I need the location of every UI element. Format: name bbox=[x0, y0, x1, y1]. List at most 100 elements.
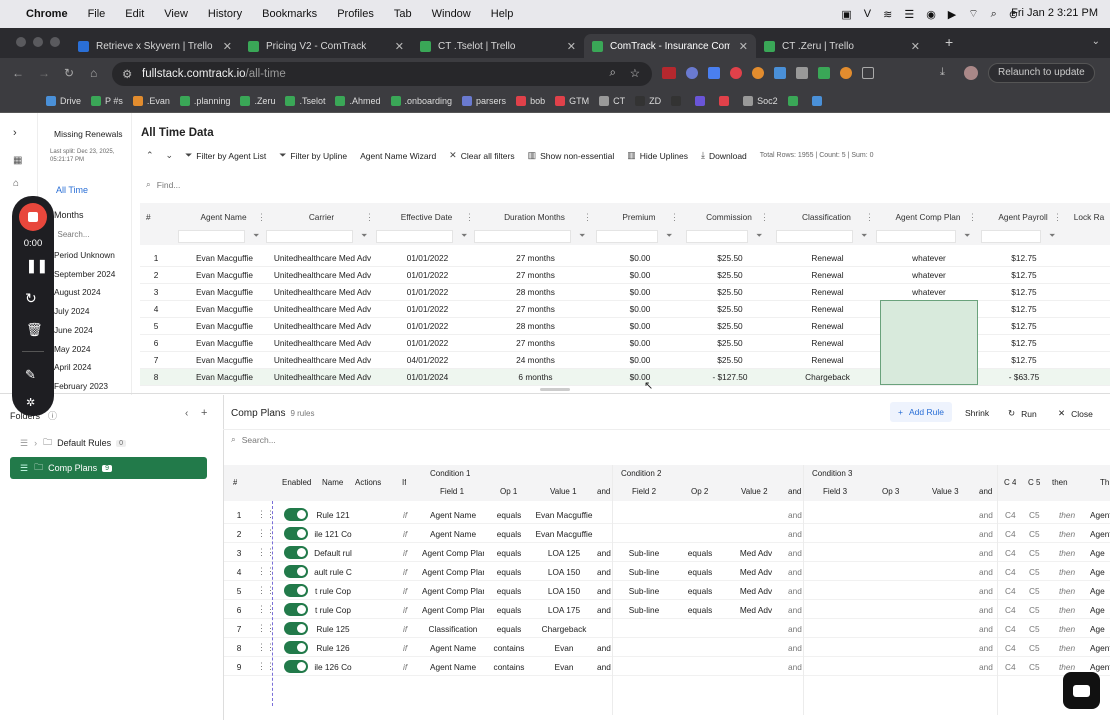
op-1[interactable]: equals bbox=[490, 548, 528, 558]
menu-file[interactable]: File bbox=[88, 8, 106, 20]
column-menu-icon[interactable]: ⋮ bbox=[257, 212, 266, 223]
effects-icon[interactable]: ✲ bbox=[26, 396, 35, 409]
browser-tab-5[interactable]: CT .Zeru | Trello ✕ bbox=[756, 34, 928, 58]
table-cell[interactable]: Renewal bbox=[780, 321, 875, 331]
rules-column-header[interactable]: Value 3 bbox=[932, 487, 959, 496]
bookmark-item[interactable] bbox=[695, 95, 709, 106]
period-item[interactable]: May 2024 bbox=[54, 344, 90, 354]
rules-column-header[interactable]: If bbox=[402, 478, 406, 487]
table-cell[interactable]: $0.00 bbox=[600, 253, 680, 263]
toolbar-agent-name-wizard[interactable]: Agent Name Wizard bbox=[360, 151, 436, 161]
table-cell[interactable]: Evan Macguffie bbox=[182, 338, 267, 348]
value-2[interactable]: Med Adv bbox=[730, 567, 782, 577]
menu-edit[interactable]: Edit bbox=[125, 8, 144, 20]
drag-handle-icon[interactable]: ☰ bbox=[20, 463, 28, 474]
enabled-toggle[interactable] bbox=[284, 622, 308, 635]
table-cell[interactable]: - $127.50 bbox=[690, 372, 770, 382]
browser-tab-1[interactable]: Retrieve x Skyvern | Trello ✕ bbox=[70, 34, 240, 58]
column-header[interactable]: Lock Ra bbox=[1073, 212, 1105, 222]
all-time-link[interactable]: All Time bbox=[56, 185, 88, 195]
enabled-toggle[interactable] bbox=[284, 603, 308, 616]
run-button[interactable]: ↻ Run bbox=[1008, 408, 1037, 419]
c5-cell[interactable]: C5 bbox=[1029, 510, 1043, 520]
expand-chevron-icon[interactable]: › bbox=[13, 127, 17, 139]
c4-cell[interactable]: C4 bbox=[1005, 529, 1019, 539]
column-header[interactable]: Agent Payroll bbox=[988, 212, 1058, 222]
bookmark-item[interactable]: GTM bbox=[555, 95, 589, 106]
table-cell[interactable]: Unitedhealthcare Med Adv bbox=[270, 338, 375, 348]
table-cell[interactable]: $0.00 bbox=[600, 355, 680, 365]
c5-cell[interactable]: C5 bbox=[1029, 586, 1043, 596]
bookmark-item[interactable]: CT bbox=[599, 95, 625, 106]
enabled-toggle[interactable] bbox=[284, 584, 308, 597]
close-window-button[interactable] bbox=[16, 37, 26, 47]
period-item[interactable]: April 2024 bbox=[54, 362, 91, 372]
bookmark-item[interactable] bbox=[787, 95, 802, 106]
table-cell[interactable]: Unitedhealthcare Med Adv bbox=[270, 321, 375, 331]
column-menu-icon[interactable]: ⋮ bbox=[583, 212, 592, 223]
table-cell[interactable]: $25.50 bbox=[690, 304, 770, 314]
extension-icon-8[interactable] bbox=[818, 67, 830, 79]
column-menu-icon[interactable]: ⋮ bbox=[465, 212, 474, 223]
table-cell[interactable]: $0.00 bbox=[600, 270, 680, 280]
play-icon[interactable]: ▶ bbox=[948, 8, 956, 21]
rule-name[interactable]: t rule Cop bbox=[314, 586, 352, 596]
enabled-toggle[interactable] bbox=[284, 565, 308, 578]
find-input[interactable]: ⌕ Find... bbox=[146, 179, 180, 190]
table-cell[interactable]: Unitedhealthcare Med Adv bbox=[270, 270, 375, 280]
table-cell[interactable]: 01/01/2022 bbox=[380, 338, 475, 348]
toolbar-filter-by-upline[interactable]: ⏷ Filter by Upline bbox=[279, 150, 347, 161]
bookmark-item[interactable]: P #s bbox=[91, 95, 123, 106]
browser-tab-4[interactable]: ComTrack - Insurance Comm ✕ bbox=[584, 34, 756, 58]
table-cell[interactable]: Evan Macguffie bbox=[182, 321, 267, 331]
value-1[interactable]: Evan Macguffie bbox=[534, 510, 594, 520]
extensions-puzzle-icon[interactable] bbox=[862, 67, 874, 79]
table-cell[interactable]: Renewal bbox=[780, 287, 875, 297]
op-1[interactable]: equals bbox=[490, 586, 528, 596]
bookmark-item[interactable] bbox=[671, 95, 685, 106]
column-filter-input[interactable] bbox=[596, 230, 658, 243]
table-cell[interactable]: Unitedhealthcare Med Adv bbox=[270, 372, 375, 382]
close-tab-icon[interactable]: ✕ bbox=[223, 40, 232, 53]
period-item[interactable]: June 2024 bbox=[54, 325, 93, 335]
value-2[interactable]: Med Adv bbox=[730, 605, 782, 615]
c4-cell[interactable]: C4 bbox=[1005, 662, 1019, 672]
c5-cell[interactable]: C5 bbox=[1029, 662, 1043, 672]
maximize-window-button[interactable] bbox=[50, 37, 60, 47]
reload-icon[interactable]: ↻ bbox=[64, 66, 74, 80]
enabled-toggle[interactable] bbox=[284, 641, 308, 654]
toolbar-download[interactable]: ⤓ Download bbox=[701, 150, 747, 161]
op-1[interactable]: equals bbox=[490, 567, 528, 577]
table-cell[interactable]: $0.00 bbox=[600, 338, 680, 348]
rules-column-header[interactable]: Field 2 bbox=[632, 487, 656, 496]
site-info-icon[interactable]: ⚙ bbox=[122, 67, 132, 81]
rules-column-header[interactable]: Name bbox=[322, 478, 343, 487]
enabled-toggle[interactable] bbox=[284, 508, 308, 521]
table-cell[interactable]: Evan Macguffie bbox=[182, 253, 267, 263]
then-field[interactable]: Agent bbox=[1090, 643, 1110, 653]
value-2[interactable]: Med Adv bbox=[730, 586, 782, 596]
then-field[interactable]: Age bbox=[1090, 605, 1110, 615]
rules-column-header[interactable]: Value 1 bbox=[550, 487, 577, 496]
toolbar-filter-by-agent-list[interactable]: ⏷ Filter by Agent List bbox=[185, 150, 266, 161]
browser-tab-3[interactable]: CT .Tselot | Trello ✕ bbox=[412, 34, 584, 58]
table-cell[interactable]: Unitedhealthcare Med Adv bbox=[270, 253, 375, 263]
table-cell[interactable]: $0.00 bbox=[600, 287, 680, 297]
close-tab-icon[interactable]: ✕ bbox=[395, 40, 404, 53]
new-tab-button[interactable]: + bbox=[945, 34, 953, 50]
c4-cell[interactable]: C4 bbox=[1005, 643, 1019, 653]
rules-column-header[interactable]: and bbox=[979, 487, 992, 496]
rules-column-header[interactable]: # bbox=[233, 478, 237, 487]
bookmark-item[interactable]: .Zeru bbox=[240, 95, 275, 106]
row-number[interactable]: 2 bbox=[146, 270, 166, 280]
chevron-right-icon[interactable]: › bbox=[34, 438, 37, 448]
c4-cell[interactable]: C4 bbox=[1005, 548, 1019, 558]
column-header[interactable]: Effective Date bbox=[383, 212, 470, 222]
table-cell[interactable]: $12.75 bbox=[985, 253, 1063, 263]
period-item[interactable]: Period Unknown bbox=[54, 250, 115, 260]
toolbar-hide-uplines[interactable]: ▥ Hide Uplines bbox=[627, 150, 688, 161]
rule-name[interactable]: Rule 125 bbox=[314, 624, 352, 634]
row-number[interactable]: 7 bbox=[146, 355, 166, 365]
table-cell[interactable]: 6 months bbox=[478, 372, 593, 382]
row-number[interactable]: 3 bbox=[146, 287, 166, 297]
